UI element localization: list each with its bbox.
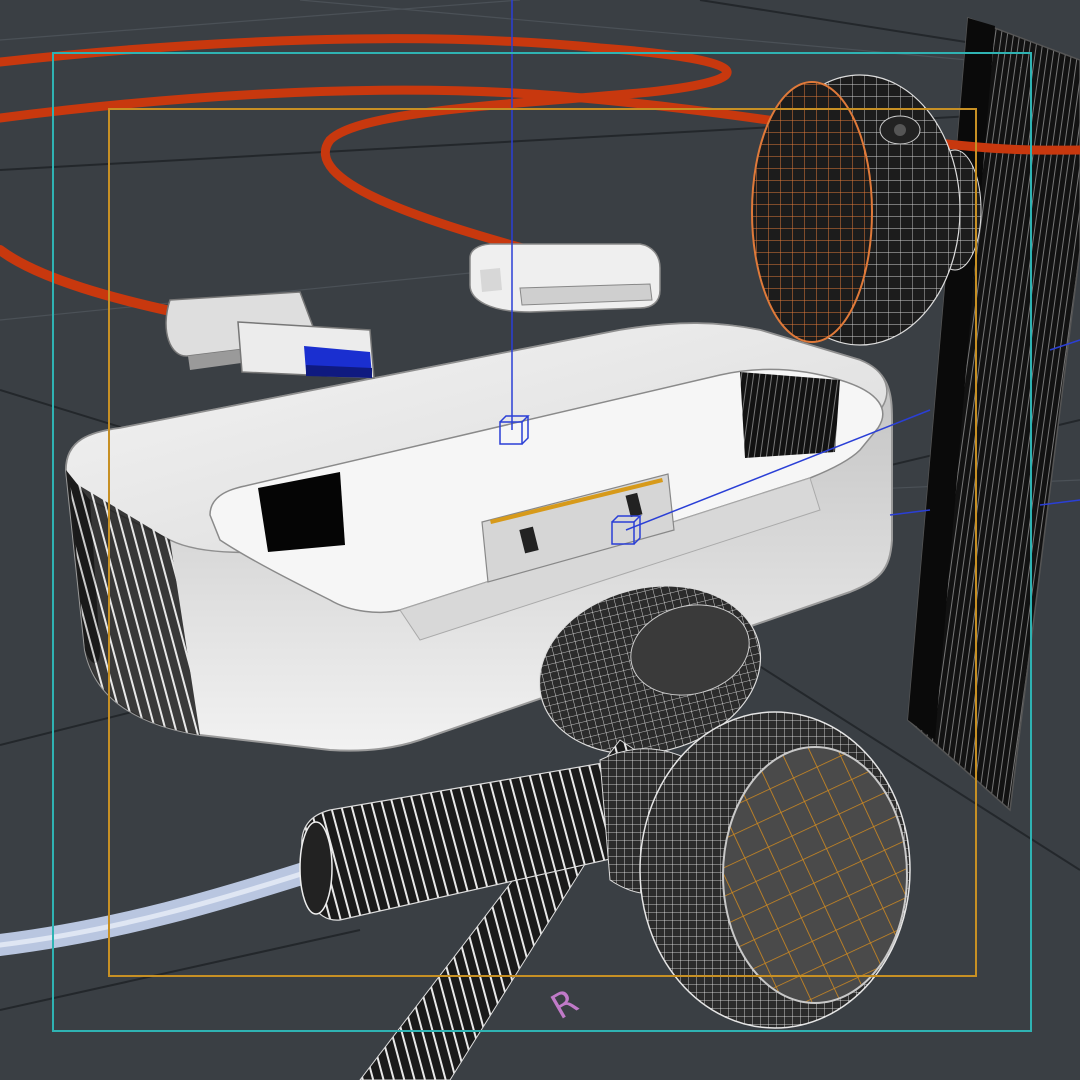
dock-connector-plug[interactable]: [469, 243, 661, 313]
earbud-side-label: R: [545, 981, 585, 1027]
earbud-cable[interactable]: [0, 857, 331, 956]
usb-plug[interactable]: [165, 291, 375, 379]
viewport-canvas[interactable]: R: [0, 0, 1080, 1080]
earbud-right[interactable]: [299, 711, 911, 1029]
3d-viewport[interactable]: R: [0, 0, 1080, 1080]
dock-base[interactable]: [64, 322, 893, 752]
